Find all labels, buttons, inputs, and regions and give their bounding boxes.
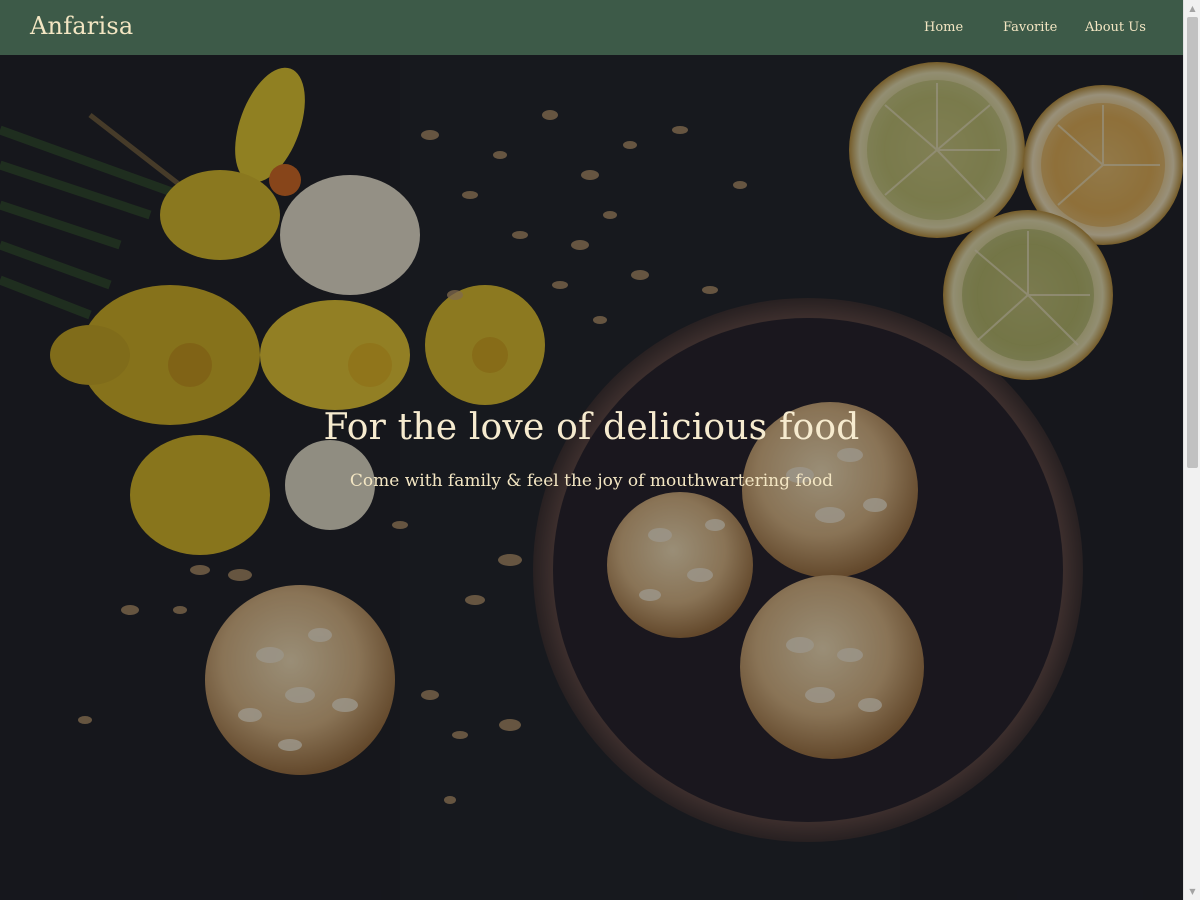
nav-link-home[interactable]: Home [924,20,963,35]
hero-subtitle: Come with family & feel the joy of mouth… [349,471,834,491]
hero-section: For the love of delicious food Come with… [0,55,1183,900]
chevron-down-icon[interactable]: ▼ [1184,883,1200,900]
nav-menu: Home Favorite About Us [0,20,1183,40]
nav-link-favorite[interactable]: Favorite [1003,20,1057,35]
chevron-up-icon[interactable]: ▲ [1184,0,1200,17]
hero-title: For the love of delicious food [323,407,860,448]
scrollbar-thumb[interactable] [1187,17,1198,468]
navbar: Anfarisa Home Favorite About Us [0,0,1183,55]
vertical-scrollbar[interactable]: ▲ ▼ [1183,0,1200,900]
nav-link-about-us[interactable]: About Us [1085,20,1146,35]
